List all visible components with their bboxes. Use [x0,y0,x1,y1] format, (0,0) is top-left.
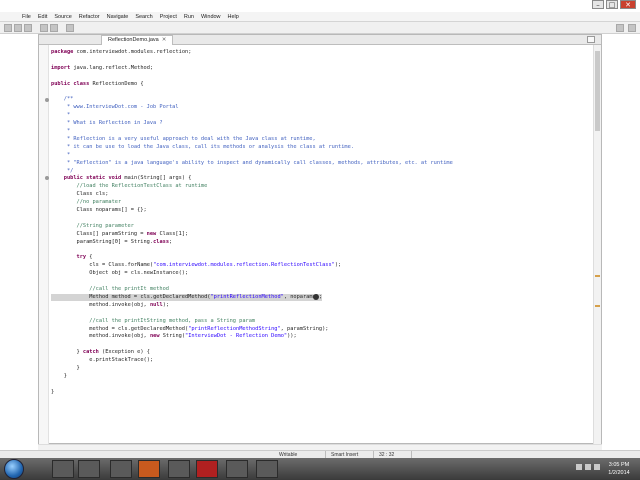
menu-help[interactable]: Help [228,12,239,21]
menu-source[interactable]: Source [54,12,71,21]
menu-search[interactable]: Search [135,12,152,21]
flag-icon[interactable] [594,464,600,470]
app-taskbar-icon[interactable] [110,460,132,478]
debug-icon[interactable] [40,24,48,32]
toolbar [0,22,640,34]
java-perspective-icon[interactable] [628,24,636,32]
new-file-icon[interactable] [4,24,12,32]
code-line[interactable]: method = cls.getDeclaredMethod("printRef… [51,326,328,333]
maximize-editor-icon[interactable] [587,36,595,43]
app-taskbar-icon[interactable] [196,460,218,478]
fold-marker-icon[interactable] [45,98,49,102]
code-line[interactable]: //no paramater [51,199,122,206]
print-icon[interactable] [24,24,32,32]
start-button[interactable] [4,459,24,479]
code-line[interactable]: //call the printIt method [51,286,169,293]
media-taskbar-icon[interactable] [78,460,100,478]
code-line[interactable]: * [51,112,70,119]
code-line[interactable]: method.invoke(obj, null); [51,302,169,309]
app-taskbar-icon[interactable] [226,460,248,478]
window-titlebar: – □ ✕ [0,0,640,12]
code-line[interactable]: public class ReflectionDemo { [51,81,144,88]
code-line[interactable]: } [51,365,80,372]
code-line[interactable]: //String parameter [51,223,134,230]
code-line[interactable]: * "Reflection" is a java language's abil… [51,160,453,167]
app-taskbar-icon[interactable] [168,460,190,478]
menu-run[interactable]: Run [184,12,194,21]
code-line[interactable]: //call the printItString method, pass a … [51,318,255,325]
code-line[interactable]: /** [51,96,74,103]
code-line[interactable]: } catch (Exception e) { [51,349,150,356]
code-line[interactable]: paramString[0] = String.class; [51,239,173,246]
minimize-button[interactable]: – [592,0,604,9]
code-line[interactable]: * it can be use to load the Java class, … [51,144,354,151]
code-line[interactable]: try { [51,254,93,261]
code-line[interactable]: * [51,152,70,159]
code-line[interactable]: e.printStackTrace(); [51,357,153,364]
code-line[interactable]: Class noparams[] = {}; [51,207,147,214]
explorer-taskbar-icon[interactable] [52,460,74,478]
editor-gutter [39,45,49,445]
menu-edit[interactable]: Edit [38,12,47,21]
network-icon[interactable] [576,464,582,470]
close-button[interactable]: ✕ [620,0,636,9]
code-line[interactable]: method.invoke(obj, new String("Interview… [51,333,296,340]
code-line[interactable]: Object obj = cls.newInstance(); [51,270,188,277]
clock-date: 1/2/2014 [608,470,630,476]
run-icon[interactable] [50,24,58,32]
code-line[interactable]: Class cls; [51,191,109,198]
system-tray [576,464,600,470]
editor-pane: ReflectionDemo.java ✕ package com.intervi… [38,34,602,445]
code-line[interactable]: package com.interviewdot.modules.reflect… [51,49,191,56]
menu-project[interactable]: Project [160,12,177,21]
eclipse-taskbar-icon[interactable] [256,460,278,478]
search-icon[interactable] [66,24,74,32]
overview-marker[interactable] [595,305,600,307]
code-line[interactable]: import java.lang.reflect.Method; [51,65,153,72]
overview-marker[interactable] [595,275,600,277]
code-line[interactable]: public static void main(String[] args) { [51,175,192,182]
perspective-icon[interactable] [616,24,624,32]
code-line[interactable]: * [51,128,70,135]
code-line[interactable]: * Reflection is a very useful approach t… [51,136,316,143]
code-line[interactable]: Class[] paramString = new Class[1]; [51,231,189,238]
code-line[interactable]: Method method = cls.getDeclaredMethod("p… [51,293,323,301]
clock-time: 3:05 PM [608,462,630,468]
mouse-cursor-icon [313,293,319,300]
menu-refactor[interactable]: Refactor [79,12,100,21]
menu-navigate[interactable]: Navigate [107,12,129,21]
code-line[interactable]: } [51,389,54,396]
code-line[interactable]: */ [51,168,73,175]
window-controls: – □ ✕ [592,0,636,10]
save-icon[interactable] [14,24,22,32]
close-icon[interactable]: ✕ [162,37,167,43]
tab-reflectiondemo[interactable]: ReflectionDemo.java ✕ [101,35,174,45]
taskbar: 3:05 PM 1/2/2014 [0,458,640,480]
code-line[interactable]: } [51,373,67,380]
editor-tabbar: ReflectionDemo.java ✕ [39,35,601,45]
firefox-taskbar-icon[interactable] [138,460,160,478]
taskbar-clock[interactable]: 3:05 PM 1/2/2014 [602,461,636,477]
scrollbar-thumb[interactable] [595,51,600,131]
volume-icon[interactable] [585,464,591,470]
statusbar: Writable Smart Insert 32 : 32 [0,450,640,459]
code-line[interactable]: * www.InterviewDot.com - Job Portal [51,104,179,111]
menu-window[interactable]: Window [201,12,221,21]
fold-marker-icon[interactable] [45,176,49,180]
vertical-scrollbar[interactable] [593,45,601,445]
maximize-button[interactable]: □ [606,0,618,9]
code-line[interactable]: //load the ReflectionTestClass at runtim… [51,183,208,190]
menubar: File Edit Source Refactor Navigate Searc… [0,12,640,22]
code-line[interactable]: cls = Class.forName("com.interviewdot.mo… [51,262,341,269]
menu-file[interactable]: File [22,12,31,21]
code-line[interactable]: * What is Reflection in Java ? [51,120,163,127]
tab-label: ReflectionDemo.java [108,37,159,43]
